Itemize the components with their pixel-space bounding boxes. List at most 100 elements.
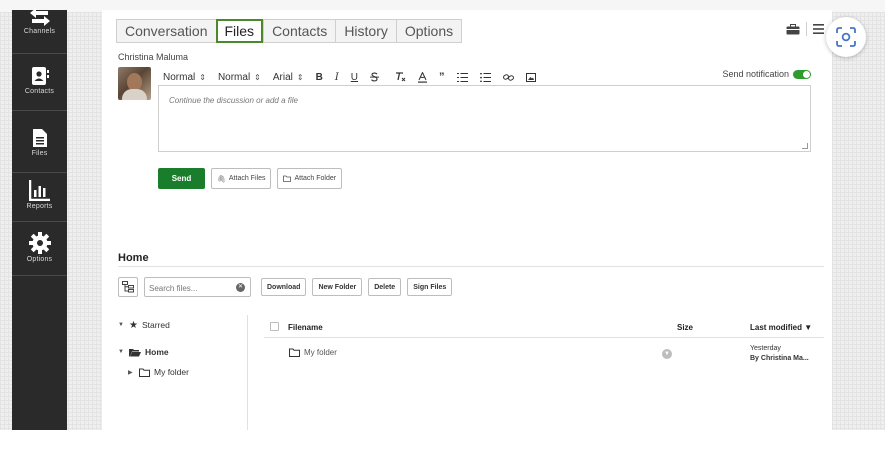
bullet-list-button[interactable] [479,72,491,82]
sidebar: Channels Contacts Files Reports Options [12,8,67,430]
heading-select[interactable]: Normal ⇕ [163,72,206,83]
folder-icon [289,348,300,357]
send-notification-label: Send notification [722,69,789,79]
menu-icon[interactable] [813,24,824,34]
bullet-list-icon [479,72,491,82]
attach-files-button[interactable]: 🖇︎ Attach Files [211,168,272,189]
new-folder-button[interactable]: New Folder [312,278,363,296]
sidebar-item-channels[interactable]: Channels [12,8,67,64]
size-select-value: Normal [217,71,251,83]
author-name: Christina Maluma [118,52,189,62]
select-caret-icon: ⇕ [199,72,206,82]
star-icon: ★ [129,319,138,331]
bottom-band [0,430,885,449]
tree-item-home[interactable]: ▼ Home [118,345,169,359]
tab-options[interactable]: Options [395,19,463,43]
quote-button[interactable]: ” [439,71,445,83]
expand-arrow-icon: ▼ [118,349,124,355]
send-button[interactable]: Send [158,168,205,189]
sidebar-item-label: Contacts [24,88,55,95]
image-button[interactable] [525,72,536,82]
top-icons [786,22,824,36]
font-select-value: Arial [272,71,293,83]
briefcase-icon[interactable] [786,23,800,35]
toggle-knob [803,70,810,78]
link-icon [502,73,514,81]
sidebar-item-files[interactable]: Files [12,128,67,184]
column-filename[interactable]: Filename [288,323,323,332]
italic-button[interactable]: I [335,72,339,83]
send-notification: Send notification [722,69,811,79]
avatar-body [122,89,147,100]
download-button[interactable]: Download [261,278,307,296]
last-modified-cell: Yesterday By Christina Ma... [750,344,809,364]
sidebar-item-label: Channels [23,28,56,35]
clear-search-icon[interactable]: ✕ [236,283,245,292]
tree-item-label: Starred [141,320,170,330]
resize-grip-icon[interactable] [802,143,808,149]
contacts-icon [31,67,49,85]
tree-item-starred[interactable]: ▼ ★ Starred [118,318,170,332]
sign-files-button[interactable]: Sign Files [407,278,453,296]
search-box: ✕ [144,277,251,298]
delete-button[interactable]: Delete [368,278,402,296]
text-color-button[interactable] [418,71,428,83]
files-section-title: Home [118,252,149,264]
file-name: My folder [304,348,337,357]
tree-item-my-folder[interactable]: ▶ My folder [128,365,189,379]
sidebar-item-reports[interactable]: Reports [12,179,67,235]
main-panel: Conversation Files Contacts History Opti… [102,10,832,430]
clear-format-icon [396,72,406,82]
message-editor[interactable]: Continue the discussion or add a file [158,85,811,152]
sidebar-item-contacts[interactable]: Contacts [12,66,67,122]
collapse-arrow-icon: ▶ [128,369,133,376]
strikethrough-icon [370,72,380,82]
open-folder-icon [129,348,141,356]
column-size[interactable]: Size [677,323,693,332]
sidebar-divider [12,275,67,276]
composer-actions: Send 🖇︎ Attach Files Attach Folder [158,168,343,189]
attach-folder-button[interactable]: Attach Folder [277,168,343,189]
underline-button[interactable]: U [351,72,358,83]
bold-button[interactable]: B [316,72,323,83]
send-notification-toggle[interactable] [793,69,811,79]
search-input[interactable] [145,279,230,298]
size-select[interactable]: Normal ⇕ [218,72,261,83]
sidebar-item-options[interactable]: Options [12,232,67,288]
heading-select-value: Normal [163,71,196,83]
tree-view-icon [122,281,134,293]
select-caret-icon: ⇕ [254,72,261,82]
file-name-cell[interactable]: My folder [289,348,337,357]
strike-button[interactable] [370,72,380,82]
clear-format-button[interactable] [395,72,406,82]
scan-button[interactable] [826,17,866,57]
select-all-checkbox[interactable] [270,322,279,331]
tree-item-label: Home [145,347,169,357]
folder-icon [283,175,292,182]
tab-conversation[interactable]: Conversation [116,19,216,43]
ordered-list-icon [456,72,468,82]
sidebar-divider [12,172,67,173]
link-button[interactable] [502,73,514,82]
tab-files[interactable]: Files [215,19,264,43]
editor-placeholder: Continue the discussion or add a file [169,96,298,105]
sidebar-divider [12,53,67,54]
tree-divider [247,315,248,430]
column-last-modified[interactable]: Last modified ▼ [750,323,812,332]
ordered-list-button[interactable] [456,72,468,82]
tab-history[interactable]: History [335,19,396,43]
sidebar-item-label: Options [26,256,53,263]
tree-toggle-button[interactable] [118,277,138,297]
tab-contacts[interactable]: Contacts [263,19,336,43]
tab-bar: Conversation Files Contacts History Opti… [116,19,463,43]
attach-files-label: Attach Files [228,175,266,182]
divider [806,22,807,36]
expand-arrow-icon: ▼ [118,322,124,328]
font-select[interactable]: Arial ⇕ [273,72,304,83]
sidebar-item-label: Reports [26,203,53,210]
table-row[interactable]: My folder ▼ Yesterday By Christina Ma... [264,343,824,371]
row-menu-chevron-icon[interactable]: ▼ [662,349,672,359]
gear-icon [28,232,51,254]
text-color-icon [418,71,428,83]
reports-icon [28,180,50,201]
